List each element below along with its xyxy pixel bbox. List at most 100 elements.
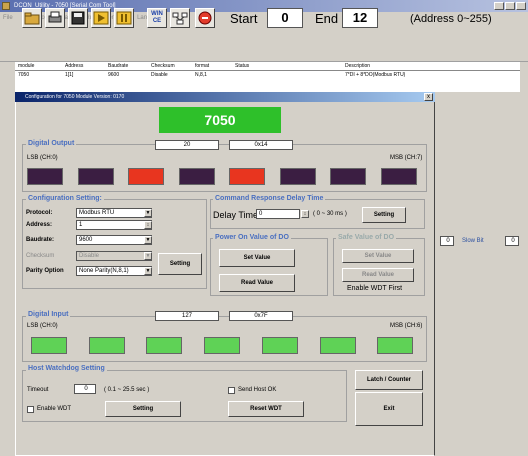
timeout-label: Timeout: [27, 387, 49, 393]
col-description[interactable]: Description: [345, 62, 370, 71]
module-list-header: module Address Baudrate Checksum format …: [15, 62, 520, 71]
maximize-button[interactable]: [505, 2, 515, 10]
enable-wdt-checkbox[interactable]: [27, 406, 34, 413]
address-label: Address:: [26, 222, 53, 228]
do-channel-2-led[interactable]: [128, 168, 164, 185]
printer-icon[interactable]: [45, 8, 65, 28]
wince-icon[interactable]: WIN CE: [147, 8, 167, 28]
do-lsb-label: LSB (CH:0): [27, 155, 58, 161]
address-spinner[interactable]: 1: [76, 220, 152, 230]
chevron-down-icon[interactable]: ▼: [144, 267, 152, 275]
toolbar: [0, 26, 528, 62]
do-channel-1-led[interactable]: [77, 168, 114, 185]
bg-field-2[interactable]: 0: [505, 236, 519, 246]
digital-input-title: Digital Input: [26, 311, 71, 318]
send-host-ok-checkbox[interactable]: [228, 387, 235, 394]
chevron-down-icon[interactable]: ▼: [144, 236, 152, 244]
cell-format: N,8,1: [195, 72, 207, 78]
col-status[interactable]: Status: [235, 62, 249, 71]
timeout-range: ( 0.1 ~ 25.5 sec ): [104, 387, 150, 393]
minimize-button[interactable]: [494, 2, 504, 10]
module-list-background: [15, 80, 520, 92]
address-range-hint: (Address 0~255): [410, 13, 492, 25]
enable-wdt-label: Enable WDT: [37, 406, 72, 412]
protocol-select[interactable]: Modbus RTU: [76, 208, 152, 218]
folder-icon[interactable]: [22, 8, 42, 28]
table-row[interactable]: 7050 1[1] 9600 Disable N,8,1 7*DI + 8*DO…: [15, 71, 520, 80]
cell-address: 1[1]: [65, 72, 74, 78]
di-channel-1-led: [88, 337, 125, 354]
network-icon[interactable]: [170, 8, 190, 28]
di-channel-0-led: [31, 337, 67, 354]
do-hex-value: 0x14: [229, 140, 293, 150]
bg-field-1[interactable]: 0: [440, 236, 454, 246]
di-channel-2-led: [146, 337, 183, 354]
dialog-close-button[interactable]: x: [424, 93, 433, 101]
col-address[interactable]: Address: [65, 62, 83, 71]
cell-baudrate: 9600: [108, 72, 120, 78]
col-format[interactable]: format: [195, 62, 209, 71]
dialog-title: Configuration for 7050 Module Version: 0…: [25, 94, 125, 100]
configuration-title: Configuration Setting:: [26, 195, 104, 202]
watchdog-title: Host Watchdog Setting: [26, 365, 107, 372]
safe-note: Enable WDT First: [347, 285, 403, 292]
col-baudrate[interactable]: Baudrate: [108, 62, 128, 71]
start-address-input[interactable]: 0: [267, 8, 303, 28]
do-channel-7-led[interactable]: [380, 168, 417, 185]
timeout-input[interactable]: 0: [74, 384, 96, 394]
delay-setting-button[interactable]: Setting: [362, 207, 406, 223]
cell-description: 7*DI + 8*DO(Modbus RTU): [345, 72, 406, 78]
exit-button[interactable]: Exit: [355, 392, 423, 426]
delay-range: ( 0 ~ 30 ms ): [313, 211, 347, 217]
cell-module: 7050: [18, 72, 30, 78]
protocol-label: Protocol:: [26, 210, 53, 216]
reset-wdt-button[interactable]: Reset WDT: [228, 401, 304, 417]
power-on-set-value-button[interactable]: Set Value: [219, 249, 295, 267]
close-button[interactable]: [516, 2, 526, 10]
bg-slow-bit-label: Slow Bit: [462, 238, 484, 244]
play-icon[interactable]: [91, 8, 111, 28]
safe-read-value-button: Read Value: [342, 268, 414, 282]
end-address-input[interactable]: 12: [342, 8, 378, 28]
safe-value-title: Safe Value of DO: [336, 234, 397, 241]
col-checksum[interactable]: Checksum: [151, 62, 175, 71]
spinner-arrows-icon[interactable]: ↕: [144, 221, 152, 229]
baudrate-select[interactable]: 9600: [76, 235, 152, 245]
wince-label: WIN CE: [151, 11, 163, 24]
delay-time-label: Delay Time: [213, 210, 259, 220]
config-setting-button[interactable]: Setting: [158, 253, 202, 275]
do-channel-3-led[interactable]: [178, 168, 215, 185]
chevron-down-icon: ▼: [144, 252, 152, 260]
do-decimal-value: 20: [155, 140, 219, 150]
checksum-select: Disable: [76, 251, 152, 261]
di-channel-4-led: [261, 337, 298, 354]
spinner-arrows-icon[interactable]: ↕: [301, 210, 309, 218]
power-on-title: Power On Value of DO: [213, 234, 291, 241]
do-channel-4-led[interactable]: [229, 168, 265, 185]
watchdog-setting-button[interactable]: Setting: [105, 401, 181, 417]
delay-time-input[interactable]: 0: [256, 209, 300, 219]
chevron-down-icon[interactable]: ▼: [144, 209, 152, 217]
delay-title: Command Response Delay Time: [213, 195, 326, 202]
module-name-banner: 7050: [159, 107, 281, 133]
do-msb-label: MSB (CH:7): [390, 155, 423, 161]
di-channel-5-led: [319, 337, 356, 354]
di-decimal-value: 127: [155, 311, 219, 321]
app-icon: [2, 2, 10, 10]
di-msb-label: MSB (CH:6): [390, 323, 423, 329]
power-on-read-value-button[interactable]: Read Value: [219, 274, 295, 292]
pause-icon[interactable]: [114, 8, 134, 28]
col-module[interactable]: module: [18, 62, 34, 71]
do-channel-0-led[interactable]: [27, 168, 63, 185]
parity-select[interactable]: None Parity(N,8,1): [76, 266, 152, 276]
menu-item-file[interactable]: File: [3, 15, 13, 21]
disk-icon[interactable]: [68, 8, 88, 28]
safe-set-value-button: Set Value: [342, 249, 414, 263]
latch-counter-button[interactable]: Latch / Counter: [355, 370, 423, 390]
do-channel-6-led[interactable]: [330, 168, 366, 185]
di-channel-6-led: [377, 337, 414, 354]
do-channel-5-led[interactable]: [279, 168, 316, 185]
parity-label: Parity Option: [26, 268, 64, 274]
stop-icon[interactable]: [195, 8, 215, 28]
di-lsb-label: LSB (CH:0): [27, 323, 58, 329]
